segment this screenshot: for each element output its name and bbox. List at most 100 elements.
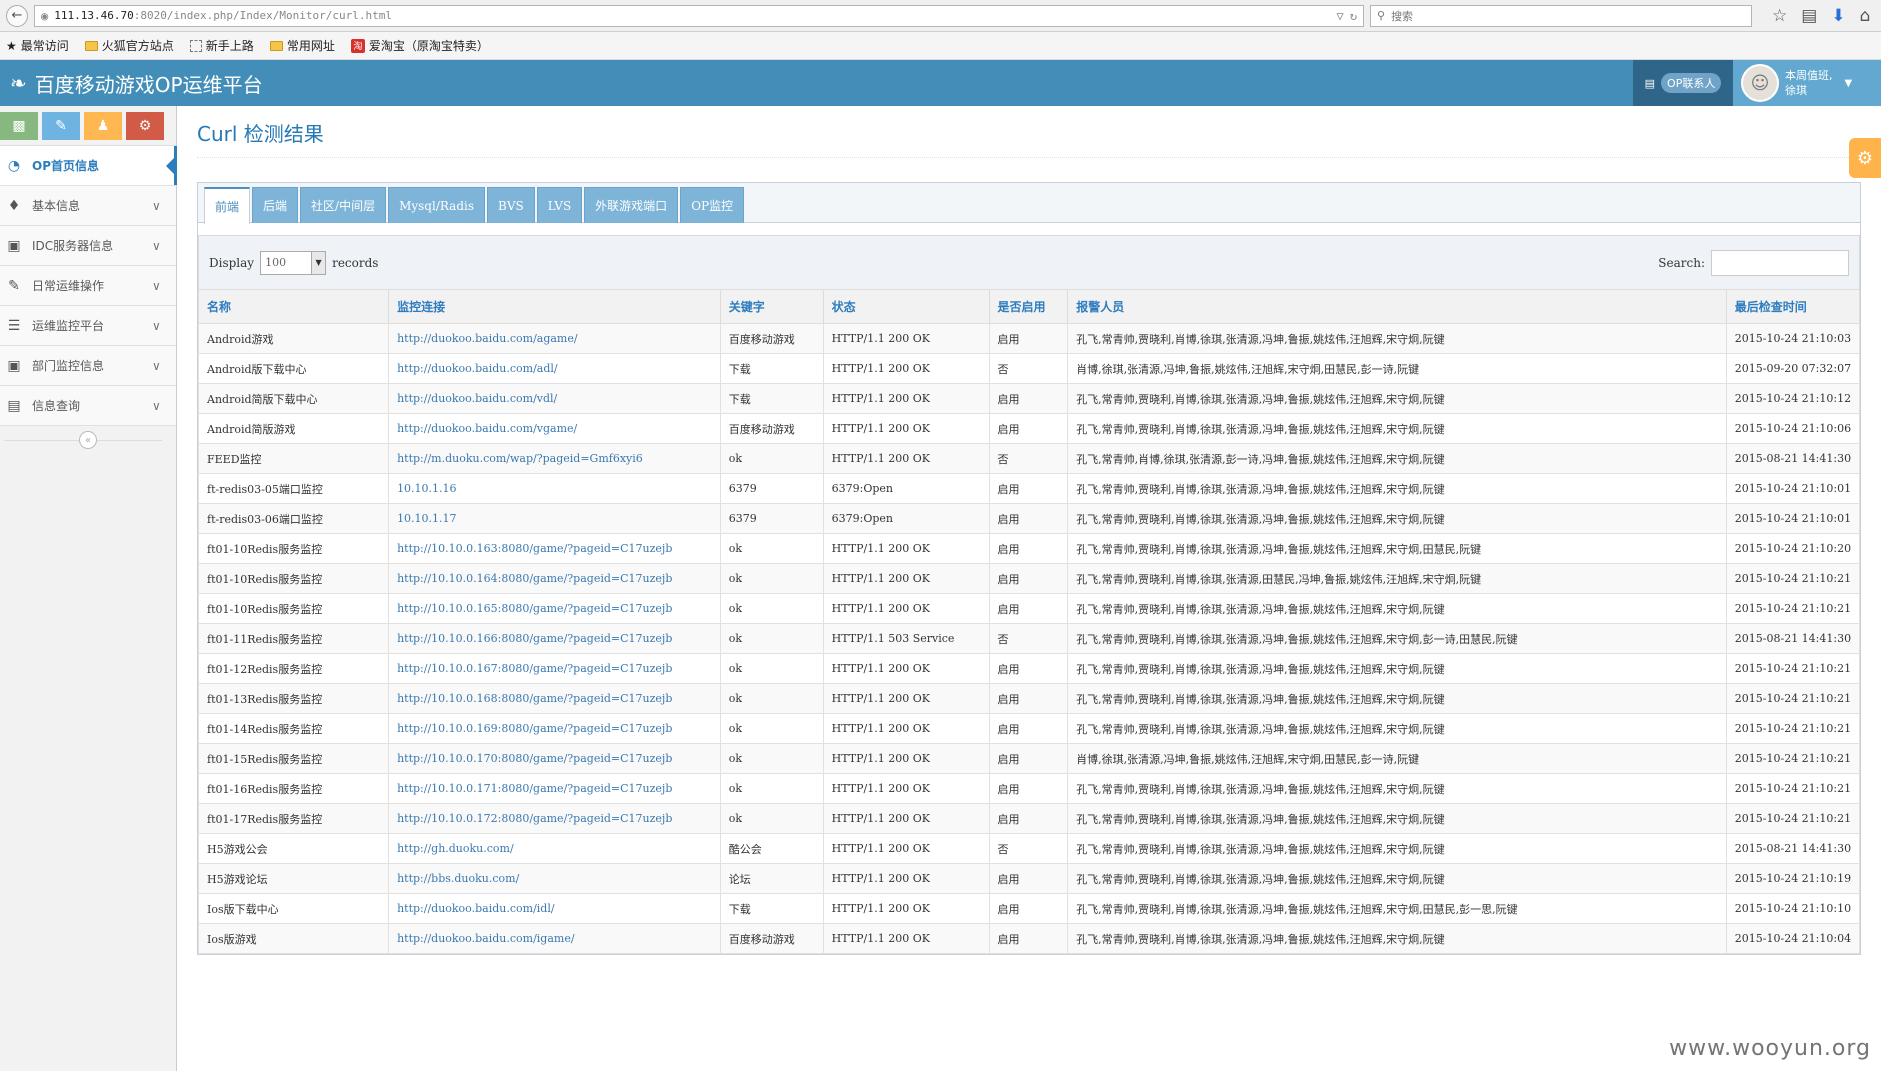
table-search-input[interactable] [1711, 249, 1849, 276]
sidebar-item-daily-ops[interactable]: ✎ 日常运维操作 ∨ [0, 266, 176, 306]
tab-op-monitoring[interactable]: OP监控 [680, 187, 745, 223]
settings-gear-icon[interactable]: ⚙ [1849, 138, 1881, 178]
tab-backend[interactable]: 后端 [252, 187, 299, 223]
sidebar-item-info-query[interactable]: ▤ 信息查询 ∨ [0, 386, 176, 426]
tab-external-ports[interactable]: 外联游戏端口 [584, 187, 679, 223]
tab-bvs[interactable]: BVS [487, 187, 535, 223]
double-left-arrow-icon[interactable]: « [79, 431, 97, 449]
column-header-keyword[interactable]: 关键字 [719, 289, 824, 324]
column-header-status[interactable]: 状态 [822, 289, 990, 324]
cell-url[interactable]: http://duokoo.baidu.com/agame/ [388, 323, 721, 354]
column-header-alert-staff[interactable]: 报警人员 [1067, 289, 1727, 324]
cell-url[interactable]: http://m.duoku.com/wap/?pageid=Gmf6xyi6 [388, 443, 721, 474]
leaf-icon: ❧ [10, 71, 27, 95]
home-icon[interactable]: ⌂ [1860, 6, 1871, 26]
cell-url[interactable]: http://duokoo.baidu.com/vdl/ [388, 383, 721, 414]
users-icon[interactable]: ♟ [84, 112, 122, 140]
cell-url[interactable]: http://bbs.duoku.com/ [388, 863, 721, 894]
table-row: ft01-10Redis服务监控 http://10.10.0.165:8080/… [197, 593, 1861, 624]
cell-url[interactable]: http://10.10.0.169:8080/game/?pageid=C17… [388, 713, 721, 744]
cell-url[interactable]: http://gh.duoku.com/ [388, 833, 721, 864]
taobao-icon: 淘 [350, 38, 365, 53]
avatar: ☺ [1741, 64, 1779, 102]
cell-status: HTTP/1.1 200 OK [822, 443, 990, 474]
tab-lvs[interactable]: LVS [536, 187, 583, 223]
cell-last-check: 2015-10-24 21:10:01 [1725, 473, 1861, 504]
cell-enabled: 启用 [988, 683, 1069, 714]
bookmark-getting-started[interactable]: 新手上路 [189, 37, 254, 54]
signal-icon[interactable]: ▩ [0, 112, 38, 140]
column-header-url[interactable]: 监控连接 [388, 289, 721, 324]
cell-alert-staff: 孔飞,常青帅,贾晓利,肖博,徐琪,张清源,冯坤,鲁振,姚炫伟,汪旭辉,宋守炯,阮… [1067, 593, 1727, 624]
bookmark-firefox-site[interactable]: 火狐官方站点 [84, 37, 174, 54]
sidebar-item-op-home[interactable]: ◔ OP首页信息 [0, 146, 177, 186]
download-icon[interactable]: ⬇ [1831, 6, 1845, 26]
cell-keyword: ok [719, 443, 824, 474]
reading-list-icon[interactable]: ▤ [1801, 6, 1817, 26]
pencil-icon[interactable]: ✎ [42, 112, 80, 140]
cell-url[interactable]: http://duokoo.baidu.com/idl/ [388, 893, 721, 924]
cell-enabled: 启用 [988, 923, 1069, 954]
table-row: ft01-16Redis服务监控 http://10.10.0.171:8080/… [197, 773, 1861, 804]
tab-community[interactable]: 社区/中间层 [300, 187, 387, 223]
url-bar[interactable]: ◉ 111.13.46.70:8020/index.php/Index/Moni… [34, 4, 1364, 27]
bookmark-star-icon[interactable]: ☆ [1772, 6, 1787, 26]
chevron-down-icon: ∨ [152, 358, 161, 373]
cell-url[interactable]: http://duokoo.baidu.com/igame/ [388, 923, 721, 954]
sidebar-item-idc-servers[interactable]: ▣ IDC服务器信息 ∨ [0, 226, 176, 266]
cell-alert-staff: 孔飞,常青帅,贾晓利,肖博,徐琪,张清源,冯坤,鲁振,姚炫伟,汪旭辉,宋守炯,阮… [1067, 683, 1727, 714]
table-row: FEED监控 http://m.duoku.com/wap/?pageid=Gmf… [197, 443, 1861, 474]
cell-url[interactable]: http://10.10.0.168:8080/game/?pageid=C17… [388, 683, 721, 714]
brand[interactable]: ❧ 百度移动游戏OP运维平台 [0, 69, 263, 98]
cell-enabled: 否 [988, 353, 1069, 384]
cell-url[interactable]: 10.10.1.17 [388, 503, 721, 534]
cell-keyword: ok [719, 593, 824, 624]
reload-icon[interactable]: ↻ [1350, 9, 1357, 23]
cell-url[interactable]: http://10.10.0.163:8080/game/?pageid=C17… [388, 533, 721, 564]
dropdown-arrow-icon[interactable]: ▽ [1337, 9, 1344, 23]
column-header-name[interactable]: 名称 [197, 289, 390, 324]
column-header-enabled[interactable]: 是否启用 [988, 289, 1069, 324]
cell-last-check: 2015-10-24 21:10:12 [1725, 383, 1861, 414]
bookmark-taobao[interactable]: 淘爱淘宝（原淘宝特卖） [350, 37, 489, 54]
sidebar-item-basic-info[interactable]: ♦ 基本信息 ∨ [0, 186, 176, 226]
column-header-last-check[interactable]: 最后检查时间 [1725, 289, 1861, 324]
cell-url[interactable]: http://10.10.0.165:8080/game/?pageid=C17… [388, 593, 721, 624]
tab-mysql-redis[interactable]: Mysql/Radis [388, 187, 486, 223]
sidebar-item-monitoring[interactable]: ☰ 运维监控平台 ∨ [0, 306, 176, 346]
cell-name: ft01-17Redis服务监控 [197, 803, 390, 834]
cell-url[interactable]: http://duokoo.baidu.com/adl/ [388, 353, 721, 384]
cell-last-check: 2015-10-24 21:10:21 [1725, 713, 1861, 744]
browser-search-input[interactable]: ⚲ 搜索 [1370, 4, 1752, 27]
cell-url[interactable]: http://10.10.0.167:8080/game/?pageid=C17… [388, 653, 721, 684]
bookmark-most-visited[interactable]: ★ 最常访问 [6, 37, 69, 54]
cell-url[interactable]: http://10.10.0.170:8080/game/?pageid=C17… [388, 743, 721, 774]
cell-keyword: ok [719, 623, 824, 654]
cell-url[interactable]: http://10.10.0.166:8080/game/?pageid=C17… [388, 623, 721, 654]
cell-name: H5游戏公会 [197, 833, 390, 864]
cell-url[interactable]: 10.10.1.16 [388, 473, 721, 504]
user-menu[interactable]: ☺ 本周值班, 徐琪 ▼ [1733, 60, 1881, 106]
bookmark-common-sites[interactable]: 常用网址 [269, 37, 335, 54]
cell-alert-staff: 孔飞,常青帅,肖博,徐琪,张清源,彭一诗,冯坤,鲁振,姚炫伟,汪旭辉,宋守炯,阮… [1067, 443, 1727, 474]
cell-keyword: 6379 [719, 503, 824, 534]
cell-url[interactable]: http://10.10.0.172:8080/game/?pageid=C17… [388, 803, 721, 834]
cell-url[interactable]: http://duokoo.baidu.com/vgame/ [388, 413, 721, 444]
cell-name: H5游戏论坛 [197, 863, 390, 894]
cell-url[interactable]: http://10.10.0.171:8080/game/?pageid=C17… [388, 773, 721, 804]
cogs-icon[interactable]: ⚙ [126, 112, 164, 140]
cell-keyword: 百度移动游戏 [719, 323, 824, 354]
cell-status: HTTP/1.1 200 OK [822, 773, 990, 804]
back-arrow-icon[interactable]: ← [6, 4, 28, 27]
cell-url[interactable]: http://10.10.0.164:8080/game/?pageid=C17… [388, 563, 721, 594]
cell-alert-staff: 孔飞,常青帅,贾晓利,肖博,徐琪,张清源,冯坤,鲁振,姚炫伟,汪旭辉,宋守炯,阮… [1067, 503, 1727, 534]
table-controls: Display 100 ▼ records Search: [198, 235, 1860, 289]
cell-keyword: ok [719, 563, 824, 594]
cell-status: HTTP/1.1 200 OK [822, 383, 990, 414]
op-contact-button[interactable]: ▤ OP联系人 [1633, 60, 1733, 106]
sidebar-item-dept-monitoring[interactable]: ▣ 部门监控信息 ∨ [0, 346, 176, 386]
tab-frontend[interactable]: 前端 [204, 187, 251, 224]
cell-status: 6379:Open [822, 503, 990, 534]
table-row: Android版下载中心 http://duokoo.baidu.com/adl/… [197, 353, 1861, 384]
page-size-select[interactable]: 100 ▼ [260, 250, 327, 275]
